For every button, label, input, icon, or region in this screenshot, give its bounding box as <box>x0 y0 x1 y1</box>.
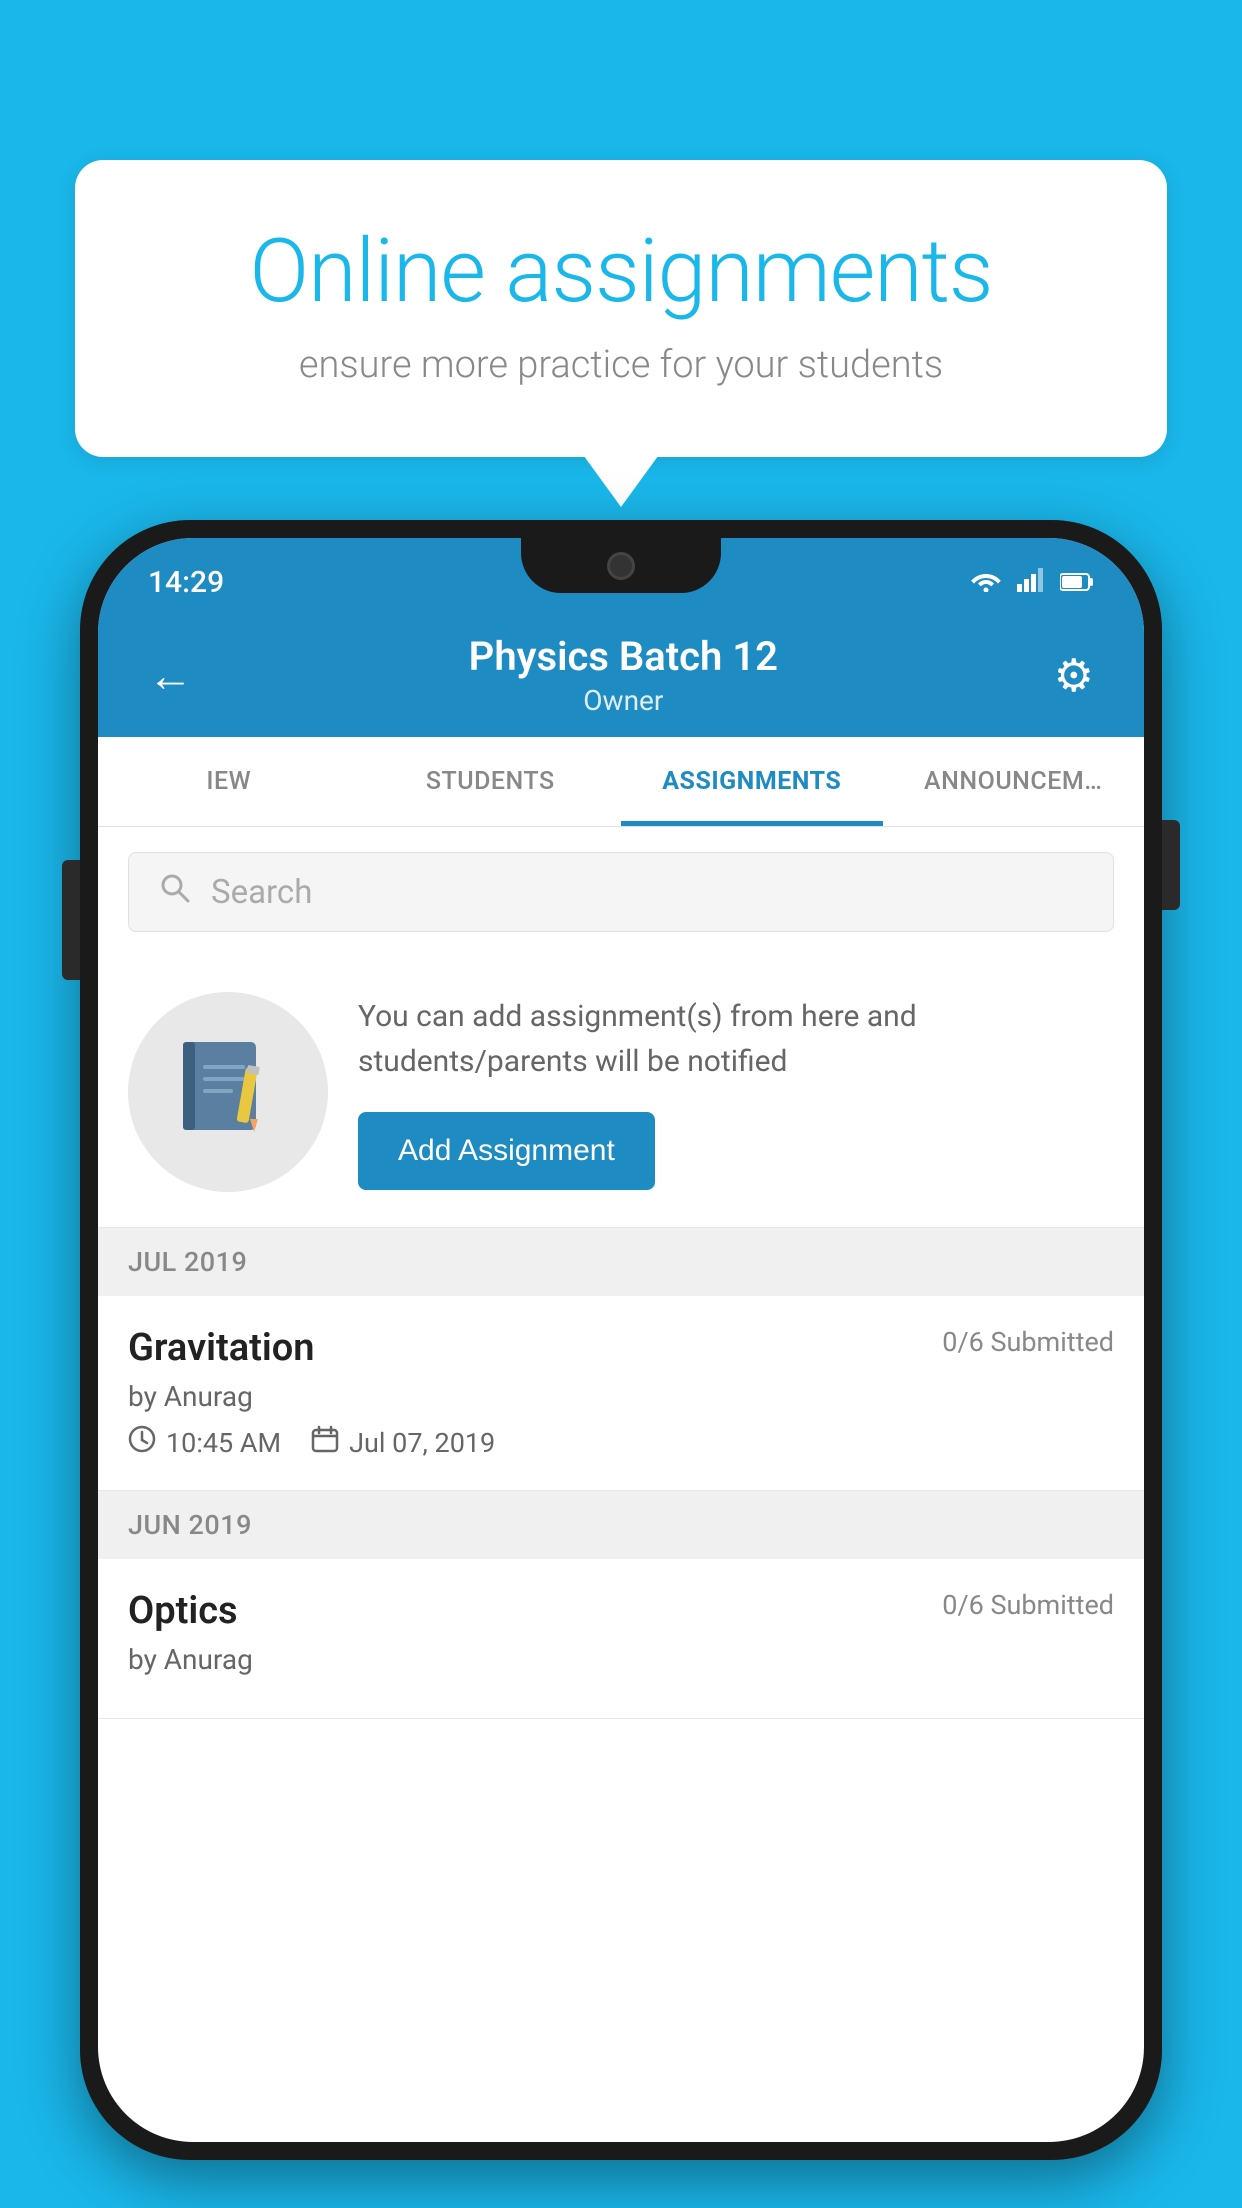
speech-bubble-container: Online assignments ensure more practice … <box>75 160 1167 457</box>
assignment-row-top: Gravitation 0/6 Submitted <box>128 1326 1114 1370</box>
section-jun-2019: JUN 2019 <box>98 1491 1144 1559</box>
tab-assignments[interactable]: ASSIGNMENTS <box>621 737 883 826</box>
search-placeholder: Search <box>211 873 312 912</box>
promo-description: You can add assignment(s) from here and … <box>358 994 1114 1084</box>
status-time: 14:29 <box>148 565 224 600</box>
promo-content: You can add assignment(s) from here and … <box>358 994 1114 1190</box>
header-title-group: Physics Batch 12 Owner <box>469 633 778 717</box>
assignment-time-value: 10:45 AM <box>166 1427 281 1459</box>
tab-students-label: STUDENTS <box>426 767 555 796</box>
settings-icon[interactable]: ⚙ <box>1054 649 1094 702</box>
back-button[interactable]: ← <box>148 649 193 702</box>
phone-screen: 14:29 <box>98 538 1144 2142</box>
promo-section: You can add assignment(s) from here and … <box>98 957 1144 1228</box>
tabs-bar: IEW STUDENTS ASSIGNMENTS ANNOUNCEM… <box>98 737 1144 827</box>
camera-dot <box>607 552 635 580</box>
assignment-meta-gravitation: 10:45 AM Jul 07, 201 <box>128 1425 1114 1460</box>
tab-students[interactable]: STUDENTS <box>360 737 622 826</box>
speech-bubble: Online assignments ensure more practice … <box>75 160 1167 457</box>
clock-icon <box>128 1425 156 1460</box>
tab-announcements-label: ANNOUNCEM… <box>924 767 1102 796</box>
notch <box>521 538 721 593</box>
phone-outer: 14:29 <box>80 520 1162 2160</box>
assignment-submitted-optics: 0/6 Submitted <box>942 1589 1114 1621</box>
search-icon <box>159 872 191 913</box>
assignment-name-optics: Optics <box>128 1589 238 1633</box>
section-jul-label: JUL 2019 <box>128 1246 247 1278</box>
assignment-by-optics: by Anurag <box>128 1643 1114 1676</box>
assignment-item-optics[interactable]: Optics 0/6 Submitted by Anurag <box>98 1559 1144 1719</box>
header-subtitle: Owner <box>469 684 778 717</box>
wifi-icon <box>970 566 1002 599</box>
tab-assignments-label: ASSIGNMENTS <box>662 767 841 796</box>
phone-wrapper: 14:29 <box>80 520 1162 2208</box>
speech-bubble-title: Online assignments <box>155 220 1087 323</box>
app-header: ← Physics Batch 12 Owner ⚙ <box>98 608 1144 737</box>
battery-icon <box>1060 566 1094 599</box>
assignment-name-gravitation: Gravitation <box>128 1326 315 1370</box>
section-jul-2019: JUL 2019 <box>98 1228 1144 1296</box>
speech-bubble-subtitle: ensure more practice for your students <box>155 343 1087 387</box>
screen-content: 14:29 <box>98 538 1144 2142</box>
search-container: Search <box>98 827 1144 957</box>
tab-iew-label: IEW <box>206 767 251 796</box>
assignment-time: 10:45 AM <box>128 1425 281 1460</box>
add-assignment-button[interactable]: Add Assignment <box>358 1112 655 1190</box>
tab-announcements[interactable]: ANNOUNCEM… <box>883 737 1145 826</box>
signal-icon <box>1017 566 1045 599</box>
section-jun-label: JUN 2019 <box>128 1509 252 1541</box>
status-icons <box>970 566 1094 599</box>
assignment-date: Jul 07, 2019 <box>311 1425 495 1460</box>
header-title: Physics Batch 12 <box>469 633 778 680</box>
calendar-icon <box>311 1425 339 1460</box>
promo-icon-circle <box>128 992 328 1192</box>
tab-iew[interactable]: IEW <box>98 737 360 826</box>
assignment-date-value: Jul 07, 2019 <box>349 1427 495 1459</box>
search-bar[interactable]: Search <box>128 852 1114 932</box>
assignment-row-top-optics: Optics 0/6 Submitted <box>128 1589 1114 1633</box>
assignment-by-gravitation: by Anurag <box>128 1380 1114 1413</box>
assignment-submitted-gravitation: 0/6 Submitted <box>942 1326 1114 1358</box>
assignment-item-gravitation[interactable]: Gravitation 0/6 Submitted by Anurag <box>98 1296 1144 1491</box>
